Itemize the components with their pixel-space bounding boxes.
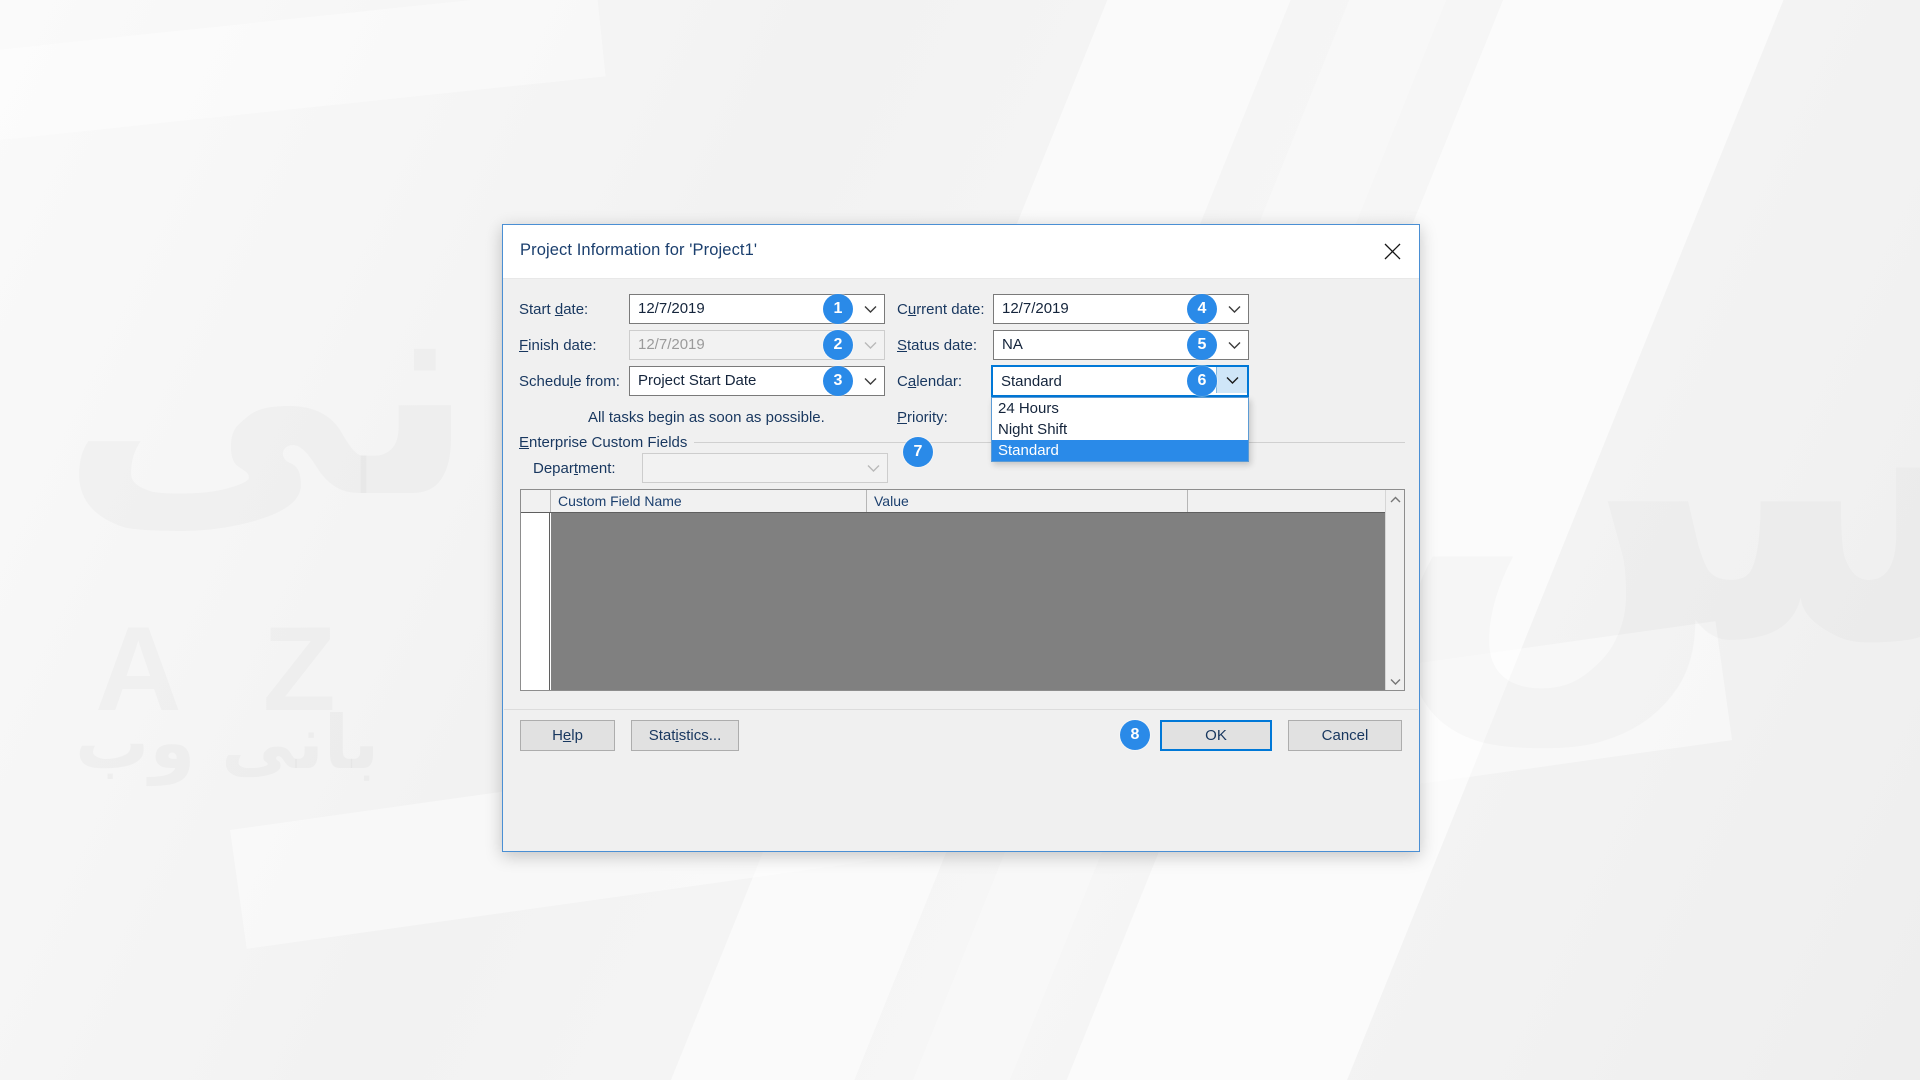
chevron-down-icon[interactable]	[1216, 367, 1247, 393]
schedule-note: All tasks begin as soon as possible.	[588, 409, 825, 426]
custom-fields-grid[interactable]: Custom Field Name Value	[520, 489, 1405, 691]
dropdown-option-selected[interactable]: Standard	[992, 440, 1248, 461]
grid-header-spacer	[1188, 490, 1386, 512]
grid-header-rownum	[521, 490, 551, 512]
dialog-titlebar: Project Information for 'Project1'	[503, 225, 1419, 279]
current-date-value: 12/7/2019	[1002, 300, 1069, 317]
finish-date-label: Finish date:	[519, 337, 597, 354]
callout-badge-4: 4	[1187, 294, 1217, 324]
calendar-dropdown-popup[interactable]: 24 Hours Night Shift Standard	[991, 397, 1249, 462]
grid-header-row: Custom Field Name Value	[521, 490, 1404, 513]
chevron-down-icon[interactable]	[1220, 331, 1248, 359]
schedule-from-label: Schedule from:	[519, 373, 620, 390]
callout-badge-6: 6	[1187, 366, 1217, 396]
dialog-body: Start date: 12/7/2019 Finish date: 12/7/…	[503, 279, 1419, 852]
callout-badge-1: 1	[823, 294, 853, 324]
scroll-up-icon[interactable]	[1386, 490, 1404, 508]
callout-badge-7: 7	[903, 437, 933, 467]
grid-header-custom-field-name[interactable]: Custom Field Name	[551, 490, 867, 512]
current-date-label: Current date:	[897, 301, 985, 318]
dropdown-option[interactable]: 24 Hours	[992, 398, 1248, 419]
watermark-farsi: بانی وب	[75, 700, 379, 786]
cancel-button[interactable]: Cancel	[1288, 720, 1402, 751]
priority-label: Priority:	[897, 409, 948, 426]
start-date-label: Start date:	[519, 301, 589, 318]
finish-date-value: 12/7/2019	[638, 336, 705, 353]
calendar-value: Standard	[1001, 373, 1062, 390]
chevron-down-icon[interactable]	[856, 367, 884, 395]
department-label: Department:	[533, 460, 616, 477]
project-information-dialog: Project Information for 'Project1' Start…	[502, 224, 1420, 852]
statistics-button[interactable]: Stat i stics...	[631, 720, 739, 751]
chevron-down-icon[interactable]	[1220, 295, 1248, 323]
enterprise-custom-fields-group-label: Enterprise Custom Fields	[519, 434, 695, 451]
chevron-down-icon	[856, 331, 884, 359]
chevron-down-icon	[859, 454, 887, 482]
status-date-label: Status date:	[897, 337, 978, 354]
start-date-value: 12/7/2019	[638, 300, 705, 317]
close-icon[interactable]	[1365, 225, 1419, 278]
callout-badge-8: 8	[1120, 720, 1150, 750]
watermark-right: س	[1380, 210, 1920, 745]
grid-body[interactable]	[551, 513, 1404, 690]
grid-header-value[interactable]: Value	[867, 490, 1188, 512]
ok-button[interactable]: OK	[1160, 720, 1272, 751]
grid-rowheader-column	[521, 513, 550, 690]
help-button[interactable]: He lp	[520, 720, 615, 751]
status-date-value: NA	[1002, 336, 1023, 353]
scroll-down-icon[interactable]	[1386, 672, 1404, 690]
grid-vertical-scrollbar[interactable]	[1385, 490, 1404, 690]
callout-badge-3: 3	[823, 366, 853, 396]
footer-divider	[504, 709, 1418, 710]
chevron-down-icon[interactable]	[856, 295, 884, 323]
schedule-from-value: Project Start Date	[638, 372, 757, 389]
department-combo	[642, 453, 888, 483]
screen: بانی A Z بانی وب س Project Information f…	[0, 0, 1920, 1080]
calendar-label: Calendar:	[897, 373, 963, 390]
dialog-title: Project Information for 'Project1'	[520, 241, 758, 259]
callout-badge-5: 5	[1187, 330, 1217, 360]
callout-badge-2: 2	[823, 330, 853, 360]
dropdown-option[interactable]: Night Shift	[992, 419, 1248, 440]
